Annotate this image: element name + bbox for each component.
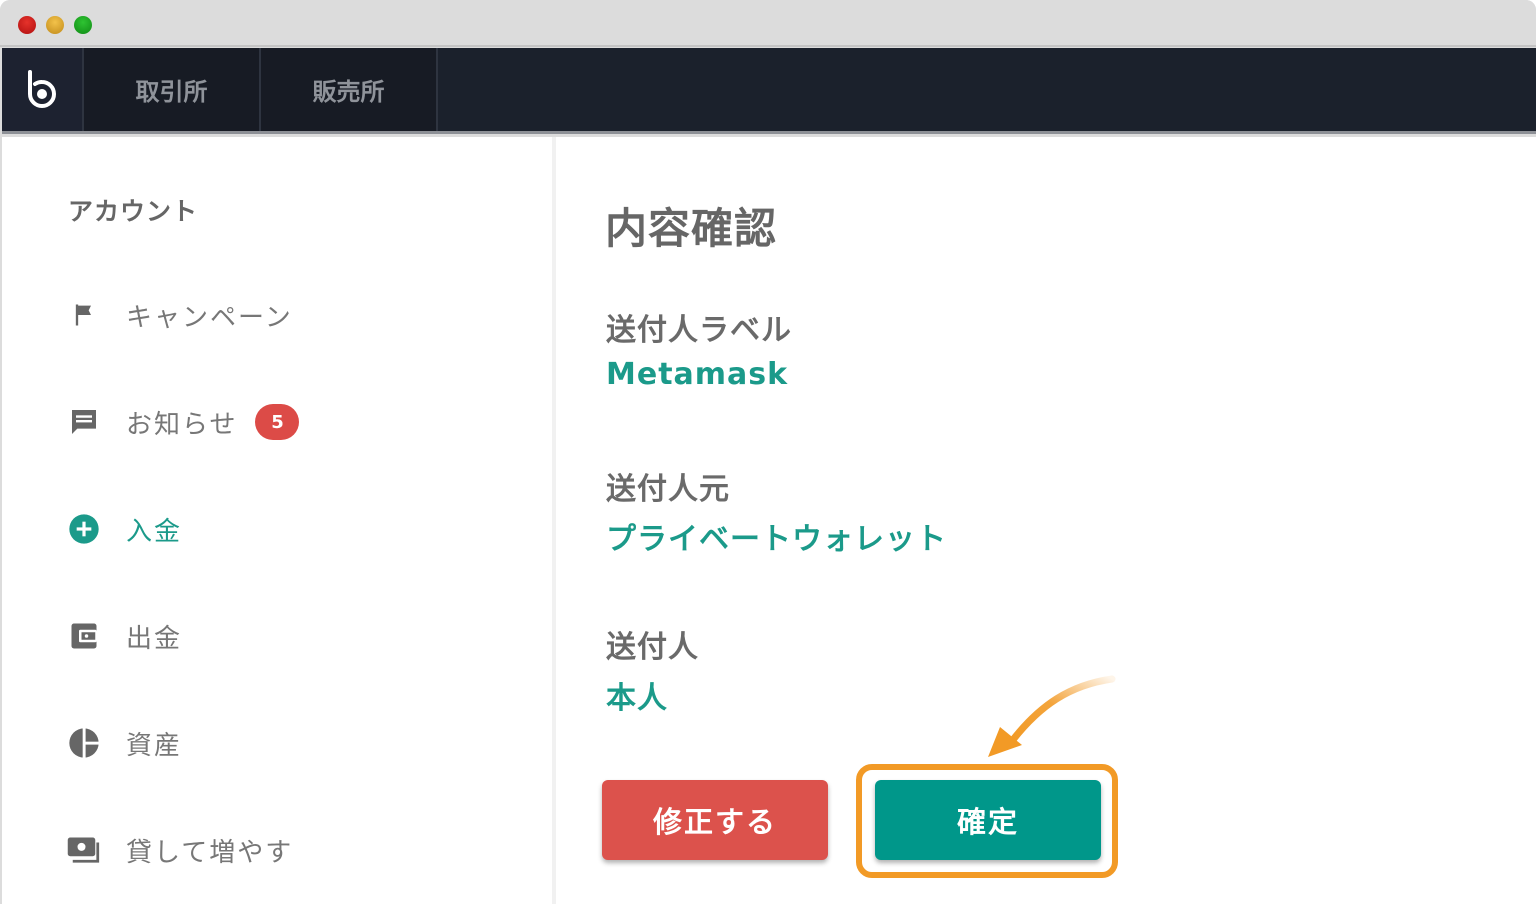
sender-heading: 送付人 [606,630,699,665]
sidebar-item-withdraw[interactable]: 出金 [66,616,182,656]
notification-badge: 5 [255,404,300,440]
top-navbar: 取引所 販売所 [2,48,1536,134]
page-title: 内容確認 [605,204,778,253]
pointer-arrow-icon [988,675,1116,757]
nav-tab-broker[interactable]: 販売所 [261,48,438,131]
sidebar-item-label: キャンペーン [126,302,293,333]
sidebar-item-label: お知らせ [126,409,238,440]
sidebar: アカウント キャンペーン お知らせ 5 入金 出金 資産 貸して増やす [2,137,556,904]
sender-label-value: Metamask [606,357,789,392]
sender-label-heading: 送付人ラベル [606,313,792,348]
sidebar-item-news[interactable]: お知らせ 5 [66,402,300,442]
bitbank-logo-icon [28,69,56,108]
lend-icon [66,832,102,868]
pie-chart-icon [66,725,102,761]
message-icon [66,404,102,440]
sidebar-item-assets[interactable]: 資産 [66,723,182,763]
sidebar-item-label: 入金 [126,516,183,547]
logo-link[interactable] [2,48,84,131]
sidebar-item-campaign[interactable]: キャンペーン [66,295,293,335]
sidebar-item-label: 資産 [126,730,183,761]
flag-icon [66,297,102,333]
close-window-button[interactable] [18,16,36,34]
sender-source-value: プライベートウォレット [606,522,947,557]
sender-source-heading: 送付人元 [606,472,730,507]
sidebar-item-label: 出金 [126,623,183,654]
sidebar-heading: アカウント [68,197,199,226]
title-bar [0,0,1536,47]
wallet-icon [66,618,102,654]
browser-window: 取引所 販売所 アカウント キャンペーン お知らせ 5 入金 出金 資産 貸して… [0,0,1536,904]
edit-button[interactable]: 修正する [602,780,828,860]
sender-value: 本人 [606,681,668,716]
plus-circle-icon [66,511,102,547]
nav-tab-exchange[interactable]: 取引所 [84,48,261,131]
sidebar-item-lending[interactable]: 貸して増やす [66,830,293,870]
confirm-button[interactable]: 確定 [875,780,1101,860]
minimize-window-button[interactable] [46,16,64,34]
maximize-window-button[interactable] [74,16,92,34]
sidebar-item-deposit[interactable]: 入金 [66,509,182,549]
confirmation-panel: 内容確認 送付人ラベル Metamask 送付人元 プライベートウォレット 送付… [560,137,1536,904]
sidebar-item-label: 貸して増やす [126,837,294,868]
content-area: アカウント キャンペーン お知らせ 5 入金 出金 資産 貸して増やす 内容確認… [2,137,1536,904]
